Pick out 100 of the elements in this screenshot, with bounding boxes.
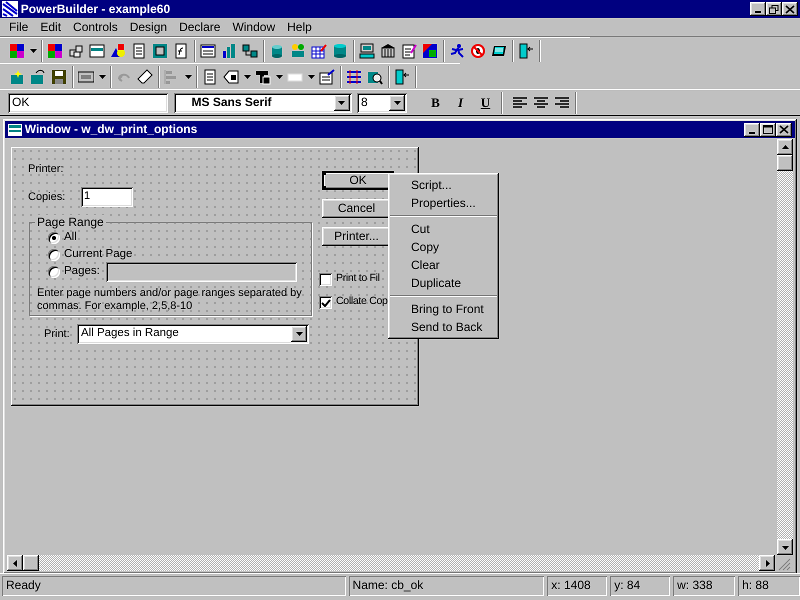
scroll-thumb[interactable]	[777, 155, 793, 171]
italic-button[interactable]: I	[450, 92, 472, 112]
dropdown-arrow-icon[interactable]	[394, 100, 400, 104]
runner-icon[interactable]	[449, 42, 465, 58]
table-edit-icon[interactable]	[311, 42, 327, 58]
copies-field[interactable]: 1	[81, 187, 133, 207]
document-icon[interactable]	[131, 42, 147, 58]
status-text: h: 88	[738, 576, 800, 596]
menu-item[interactable]: Duplicate	[390, 274, 497, 292]
align-center-icon[interactable]	[533, 94, 549, 110]
menu-item[interactable]: Clear	[390, 256, 497, 274]
menu-item[interactable]: Cut	[390, 220, 497, 238]
no-bug-icon[interactable]	[470, 42, 486, 58]
align-right-icon[interactable]	[554, 94, 570, 110]
horizontal-scrollbar[interactable]	[39, 555, 759, 571]
button-control-icon[interactable]	[78, 68, 94, 84]
maximize-button[interactable]	[760, 122, 776, 136]
table-icon[interactable]	[200, 42, 216, 58]
cubes-icon[interactable]	[68, 42, 84, 58]
window-icon[interactable]	[89, 42, 105, 58]
close-button[interactable]	[776, 122, 792, 136]
font-dropdown[interactable]: MS Sans Serif	[174, 92, 352, 112]
checkbox[interactable]	[319, 273, 332, 286]
arrow-icon	[12, 560, 18, 566]
menu-item[interactable]: Edit	[34, 18, 68, 36]
menu-item[interactable]: Declare	[173, 18, 226, 36]
dropdown-value: All Pages in Range	[81, 327, 179, 341]
database-icon[interactable]	[269, 42, 285, 58]
menu-item[interactable]: Window	[226, 18, 282, 36]
size-dropdown[interactable]: 8	[357, 92, 407, 112]
close-button[interactable]	[782, 2, 798, 16]
underline-button[interactable]: U	[474, 92, 496, 112]
bold-button[interactable]: B	[424, 92, 446, 112]
menu-item[interactable]: Copy	[390, 238, 497, 256]
dropdown-arrow-icon[interactable]	[338, 100, 345, 104]
document-icon[interactable]	[202, 68, 218, 84]
caret-icon[interactable]	[244, 74, 250, 78]
eraser-icon[interactable]	[137, 68, 153, 84]
exit-door-icon[interactable]	[394, 68, 410, 84]
group-title: Page Range	[35, 215, 106, 230]
connection-icon[interactable]	[242, 42, 258, 58]
menu-item[interactable]: File	[3, 18, 34, 36]
print-dropdown[interactable]: All Pages in Range	[77, 324, 309, 344]
caret-icon[interactable]	[184, 74, 192, 78]
menu-item[interactable]: Send to Back	[390, 318, 497, 336]
people-icon[interactable]	[290, 42, 306, 58]
frame-icon[interactable]	[152, 42, 168, 58]
field-label: Printer:	[28, 163, 64, 176]
scroll-up-button[interactable]	[777, 139, 793, 155]
scroll-left-button[interactable]	[7, 555, 23, 571]
caret-icon[interactable]	[308, 74, 314, 78]
properties-icon[interactable]	[319, 68, 335, 84]
radio-label[interactable]: All	[64, 231, 77, 245]
function-icon[interactable]	[173, 42, 189, 58]
computer-icon[interactable]	[359, 42, 375, 58]
tag-icon[interactable]	[223, 68, 239, 84]
grid-icon[interactable]	[9, 42, 25, 58]
scroll-down-button[interactable]	[777, 539, 793, 555]
scroll-thumb[interactable]	[23, 555, 39, 571]
exit-door-icon[interactable]	[518, 42, 534, 58]
align-left-icon[interactable]	[512, 94, 528, 110]
text-style-icon[interactable]	[255, 68, 271, 84]
checkbox[interactable]	[319, 296, 332, 309]
notepad-icon[interactable]	[401, 42, 417, 58]
palette-icon[interactable]	[422, 42, 438, 58]
grid-icon[interactable]	[47, 42, 63, 58]
restore-button[interactable]	[766, 2, 782, 16]
scroll-right-button[interactable]	[759, 555, 775, 571]
caret-icon[interactable]	[98, 74, 106, 78]
pages-field[interactable]	[106, 262, 297, 282]
dialog-button[interactable]: Cancel	[322, 199, 391, 218]
shapes-icon[interactable]	[110, 42, 126, 58]
radio-button[interactable]	[48, 249, 60, 261]
menu-item[interactable]: Design	[124, 18, 174, 36]
minimize-button[interactable]	[750, 2, 766, 16]
checkbox-label[interactable]: Collate Cop	[336, 295, 388, 308]
vertical-scrollbar[interactable]	[777, 171, 793, 539]
radio-button[interactable]	[48, 266, 60, 278]
open-icon[interactable]	[30, 68, 46, 84]
menu-item[interactable]: Controls	[67, 18, 124, 36]
new-icon[interactable]	[9, 68, 25, 84]
radio-button[interactable]	[48, 232, 60, 244]
list-icon[interactable]	[346, 68, 362, 84]
radio-label[interactable]: Pages:	[64, 265, 100, 279]
save-icon[interactable]	[51, 68, 67, 84]
menu-item[interactable]: Properties...	[390, 194, 497, 212]
text-field[interactable]: OK	[8, 92, 168, 112]
minimize-button[interactable]	[744, 122, 760, 136]
radio-label[interactable]: Current Page	[64, 248, 132, 262]
bar-chart-icon[interactable]	[221, 42, 237, 58]
checkbox-label[interactable]: Print to Fil	[336, 272, 380, 285]
menu-item[interactable]: Help	[281, 18, 318, 36]
menu-item[interactable]: Bring to Front	[390, 300, 497, 318]
caret-icon[interactable]	[30, 48, 36, 52]
font-size-value: 8	[361, 95, 368, 110]
building-icon[interactable]	[380, 42, 396, 58]
dropdown-arrow-icon[interactable]	[296, 332, 302, 336]
dialog-button[interactable]: Printer...	[322, 227, 391, 246]
cylinder-icon[interactable]	[332, 42, 348, 58]
caret-icon[interactable]	[276, 74, 282, 78]
